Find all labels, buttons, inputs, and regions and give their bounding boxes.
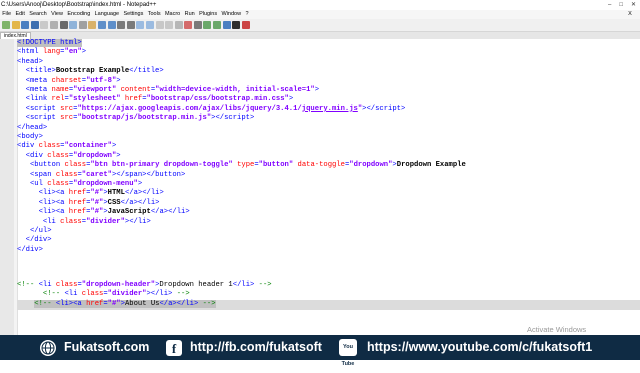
menu-encoding[interactable]: Encoding bbox=[65, 10, 92, 19]
code-line: <!-- <li class="dropdown-header">Dropdow… bbox=[17, 281, 272, 289]
code-line: <meta charset="utf-8"> bbox=[25, 76, 121, 85]
print-icon[interactable] bbox=[59, 21, 68, 29]
cut-icon[interactable] bbox=[69, 21, 78, 29]
globe-icon bbox=[40, 340, 56, 356]
menu-plugins[interactable]: Plugins bbox=[197, 10, 219, 19]
menu-view[interactable]: View bbox=[49, 10, 65, 19]
code-line: <button class="btn btn-primary dropdown-… bbox=[29, 161, 466, 170]
code-line: <html lang="en"> bbox=[17, 48, 87, 57]
menu-search[interactable]: Search bbox=[27, 10, 49, 19]
undo-icon[interactable] bbox=[97, 21, 106, 29]
sync-scroll-icon[interactable] bbox=[155, 21, 164, 29]
close-button[interactable]: ✕ bbox=[631, 0, 636, 10]
code-line: <li class="divider"></li> bbox=[42, 217, 151, 226]
indent-guide-icon[interactable] bbox=[174, 21, 183, 29]
facebook-icon: f bbox=[166, 340, 182, 356]
menu-file[interactable]: File bbox=[0, 10, 13, 19]
menu-settings[interactable]: Settings bbox=[121, 10, 145, 19]
window-titlebar: C:\Users\Anooj\Desktop\Bootstrap\index.h… bbox=[0, 0, 640, 10]
footer-banner: Fukatsoft.com f http://fb.com/fukatsoft … bbox=[0, 335, 640, 367]
code-line: <link rel="stylesheet" href="bootstrap/c… bbox=[25, 95, 294, 104]
menu-bar: File Edit Search View Encoding Language … bbox=[0, 10, 640, 19]
code-line: </ul> bbox=[29, 227, 52, 235]
window-controls: – □ ✕ bbox=[608, 0, 636, 10]
code-line: <div class="container"> bbox=[17, 142, 117, 151]
copy-icon[interactable] bbox=[78, 21, 87, 29]
tab-index-html[interactable]: index.html bbox=[0, 32, 31, 39]
menu-run[interactable]: Run bbox=[182, 10, 196, 19]
spell-check-icon[interactable] bbox=[232, 21, 241, 29]
run-macro-multiple-icon[interactable] bbox=[213, 21, 222, 29]
open-file-icon[interactable] bbox=[11, 21, 20, 29]
maximize-button[interactable]: □ bbox=[619, 0, 623, 10]
menu-window[interactable]: Window bbox=[219, 10, 243, 19]
youtube-icon: You Tube bbox=[339, 339, 357, 367]
code-line: <title>Bootstrap Example</title> bbox=[25, 67, 164, 76]
replace-icon[interactable] bbox=[126, 21, 135, 29]
code-line: <li><a href="#">CSS</a></li> bbox=[38, 198, 160, 207]
menu-macro[interactable]: Macro bbox=[163, 10, 183, 19]
code-line: <script src="https://ajax.googleapis.com… bbox=[25, 104, 406, 113]
code-line: <li><a href="#">HTML</a></li> bbox=[38, 189, 164, 198]
record-macro-icon[interactable] bbox=[184, 21, 193, 29]
close-file-icon[interactable] bbox=[40, 21, 49, 29]
menu-language[interactable]: Language bbox=[92, 10, 121, 19]
play-macro-icon[interactable] bbox=[203, 21, 212, 29]
activate-windows-watermark: Activate Windows bbox=[527, 325, 587, 334]
footer-website-link[interactable]: Fukatsoft.com bbox=[64, 335, 149, 360]
stop-macro-icon[interactable] bbox=[193, 21, 202, 29]
find-icon[interactable] bbox=[117, 21, 126, 29]
document-map-icon[interactable] bbox=[241, 21, 250, 29]
window-title: C:\Users\Anooj\Desktop\Bootstrap\index.h… bbox=[1, 2, 157, 8]
code-line: <ul class="dropdown-menu"> bbox=[29, 180, 143, 188]
code-line: <!DOCTYPE html> bbox=[17, 39, 82, 47]
code-line: <body> bbox=[17, 133, 43, 141]
paste-icon[interactable] bbox=[88, 21, 97, 29]
code-line: </div> bbox=[17, 245, 43, 254]
menu-tools[interactable]: Tools bbox=[146, 10, 163, 19]
save-macro-icon[interactable] bbox=[222, 21, 231, 29]
minimize-button[interactable]: – bbox=[608, 0, 611, 10]
close-all-icon[interactable] bbox=[49, 21, 58, 29]
save-all-icon[interactable] bbox=[30, 21, 39, 29]
line-number-gutter bbox=[0, 39, 14, 335]
tab-bar: index.html bbox=[0, 32, 640, 39]
zoom-in-icon[interactable] bbox=[136, 21, 145, 29]
code-line: <meta name="viewport" content="width=dev… bbox=[25, 86, 320, 94]
new-file-icon[interactable] bbox=[2, 21, 10, 29]
code-line: <!-- <li><a href="#">About Us</a></li> -… bbox=[34, 300, 216, 309]
code-line: <div class="dropdown"> bbox=[25, 151, 121, 160]
code-line: <!-- <li class="divider"></li> --> bbox=[42, 290, 190, 299]
code-line: <script src="bootstrap/js/bootstrap.min.… bbox=[25, 114, 255, 123]
code-line: </div> bbox=[25, 236, 52, 245]
code-line: </head> bbox=[17, 123, 48, 132]
close-document-button[interactable]: X bbox=[626, 10, 634, 19]
footer-youtube-link[interactable]: https://www.youtube.com/c/fukatsoft1 bbox=[367, 335, 592, 360]
code-line: <li><a href="#">JavaScript</a></li> bbox=[38, 208, 190, 217]
toolbar bbox=[0, 19, 640, 32]
redo-icon[interactable] bbox=[107, 21, 116, 29]
code-editor[interactable]: <!DOCTYPE html> <html lang="en"> <head> … bbox=[0, 39, 640, 349]
code-line: <head> bbox=[17, 57, 43, 66]
zoom-out-icon[interactable] bbox=[145, 21, 154, 29]
word-wrap-icon[interactable] bbox=[165, 21, 174, 29]
menu-help[interactable]: ? bbox=[243, 10, 250, 19]
menu-edit[interactable]: Edit bbox=[13, 10, 27, 19]
footer-facebook-link[interactable]: http://fb.com/fukatsoft bbox=[190, 335, 322, 360]
save-icon[interactable] bbox=[21, 21, 30, 29]
code-line: <span class="caret"></span></button> bbox=[29, 170, 186, 179]
